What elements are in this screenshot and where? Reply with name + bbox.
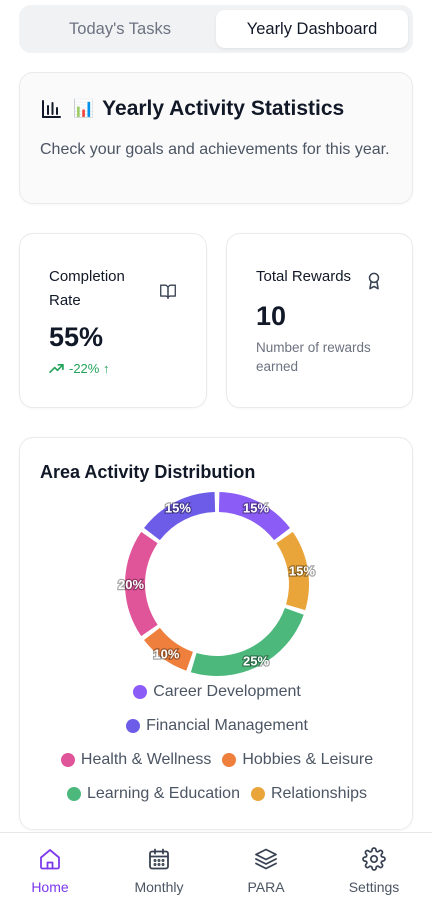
chart-emoji: 📊 [73, 99, 95, 119]
nav-monthly-label: Monthly [134, 879, 184, 895]
legend-item: Health & Wellness [60, 751, 212, 769]
legend-swatch [133, 685, 148, 699]
layers-icon [255, 848, 277, 870]
legend-swatch [126, 719, 141, 733]
legend-item: Relationships [250, 785, 368, 803]
slice-value-label: 25% [243, 654, 269, 669]
page-title-text: Yearly Activity Statistics [102, 97, 345, 120]
slice-value-label: 10% [153, 647, 179, 662]
book-open-icon [160, 284, 176, 299]
legend-label: Health & Wellness [80, 751, 212, 768]
slice-value-label: 15% [243, 500, 269, 515]
slice-value-label: 15% [289, 564, 315, 579]
nav-monthly[interactable]: Monthly [114, 847, 204, 895]
slice-value-label: 20% [118, 577, 144, 592]
nav-para-label: PARA [247, 879, 285, 895]
legend-row-3: Health & Wellness Hobbies & Leisure [20, 751, 414, 769]
slice-value-label: 15% [165, 500, 191, 515]
total-rewards-label: Total Rewards [256, 268, 352, 285]
settings-icon [362, 847, 386, 871]
legend-label: Career Development [153, 683, 301, 700]
donut-slice [144, 492, 216, 541]
legend-swatch [60, 753, 75, 767]
header-card: 📊 Yearly Activity Statistics Check your … [19, 72, 413, 204]
view-tabs: Today's Tasks Yearly Dashboard [19, 5, 413, 53]
bar-chart-icon [42, 100, 61, 118]
legend-swatch [250, 787, 265, 801]
legend-item: Learning & Education [66, 785, 240, 803]
completion-rate-value: 55% [49, 322, 104, 352]
completion-trend-text: -22% ↑ [69, 361, 110, 376]
page-subtitle: Check your goals and achievements for th… [40, 141, 390, 158]
legend-item: Financial Management [126, 717, 308, 735]
completion-rate-label: Completion Rate [49, 268, 125, 309]
total-rewards-note: Number of rewards earned [256, 340, 371, 374]
legend-item: Hobbies & Leisure [222, 751, 373, 769]
award-icon [368, 272, 380, 290]
legend-row-4: Learning & Education Relationships [20, 785, 414, 803]
legend-label: Learning & Education [86, 785, 240, 802]
total-rewards-card: Total Rewards 10 Number of rewards earne… [226, 233, 413, 408]
legend-row-2: Financial Management [20, 717, 414, 735]
legend-swatch [222, 753, 237, 767]
donut-chart: 15% 15% 15% 25% 10% 20% [117, 492, 317, 676]
page-title: 📊 Yearly Activity Statistics [40, 97, 344, 121]
legend-label: Hobbies & Leisure [242, 751, 374, 768]
nav-settings-label: Settings [348, 879, 400, 895]
legend-item: Career Development [133, 683, 301, 701]
legend-label: Relationships [270, 785, 368, 802]
completion-trend: -22% ↑ [49, 361, 109, 376]
bottom-nav: Home Monthly PARA Settings [0, 832, 432, 914]
donut-slice [218, 492, 290, 541]
home-icon [40, 849, 60, 870]
tab-yearly-dashboard[interactable]: Yearly Dashboard [216, 10, 408, 48]
trending-up-icon [49, 364, 64, 373]
area-distribution-card: Area Activity Distribution 15% 15% 15% 25% 1… [19, 437, 413, 830]
nav-home-label: Home [31, 879, 69, 895]
calendar-icon [149, 848, 169, 870]
legend-label: Financial Management [146, 717, 308, 734]
nav-para[interactable]: PARA [221, 847, 311, 895]
legend-swatch [66, 787, 81, 801]
nav-settings[interactable]: Settings [329, 847, 419, 895]
tab-todays-tasks[interactable]: Today's Tasks [24, 10, 216, 48]
total-rewards-value: 10 [256, 301, 287, 331]
completion-rate-card: Completion Rate 55% -22% ↑ [19, 233, 207, 408]
legend-row-1: Career Development [20, 683, 414, 701]
nav-home[interactable]: Home [5, 847, 95, 895]
